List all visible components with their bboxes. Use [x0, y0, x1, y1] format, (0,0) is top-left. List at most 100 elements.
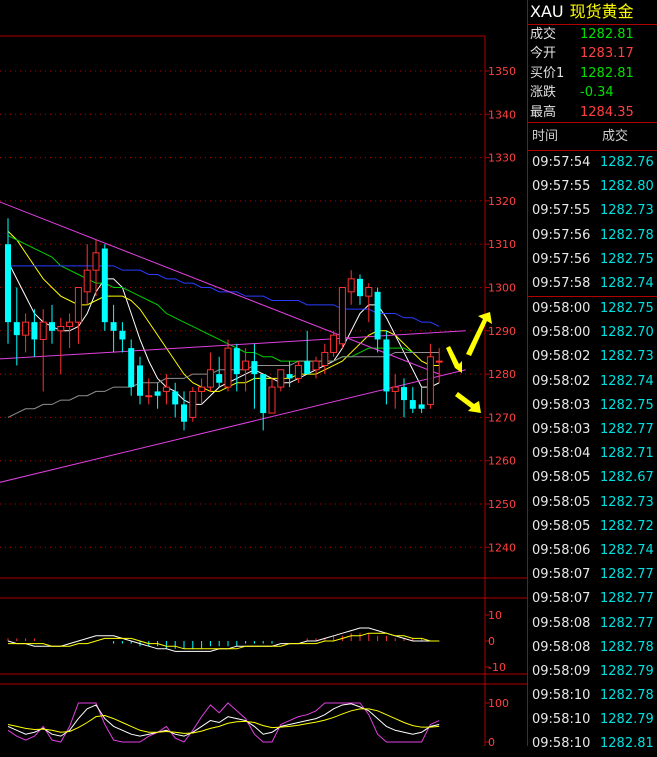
- quote-row: 今开 1283.17: [530, 46, 634, 62]
- symbol-code: XAU: [530, 2, 564, 21]
- kdj-panel: 100 0: [7, 697, 509, 746]
- tick-price: 1282.77: [600, 615, 654, 631]
- quote-value: 1284.35: [580, 104, 634, 120]
- tick-row: 09:58:03 1282.75: [528, 394, 657, 418]
- quote-value: 1283.17: [580, 46, 634, 62]
- tick-time: 09:58:00: [532, 325, 591, 341]
- candle: [31, 309, 38, 357]
- tick-row: 09:58:08 1282.77: [528, 612, 657, 636]
- tick-row: 09:58:08 1282.78: [528, 636, 657, 660]
- tick-row: 09:57:54 1282.76: [528, 151, 657, 175]
- tick-price: 1282.78: [600, 227, 654, 243]
- tick-price: 1282.71: [600, 446, 654, 462]
- candle: [181, 391, 187, 431]
- price-tick-label: 1260: [488, 455, 516, 468]
- candle: [74, 287, 82, 344]
- tick-time: 09:58:05: [532, 470, 591, 486]
- candle: [426, 343, 434, 409]
- quote-panel: XAU 现货黄金 成交 1282.81 今开 1283.17 买价1 1282.81 涨…: [527, 0, 657, 751]
- candle: [383, 330, 390, 405]
- tick-price: 1282.73: [600, 349, 654, 365]
- macd-dea-line: [8, 632, 440, 650]
- tick-price: 1282.78: [600, 639, 654, 655]
- tick-time: 09:58:10: [532, 688, 591, 704]
- tick-time: 09:58:02: [532, 373, 591, 389]
- tick-row: 09:58:07 1282.77: [528, 587, 657, 611]
- tick-price: 1282.74: [600, 542, 654, 558]
- candle: [242, 348, 250, 392]
- candle: [137, 356, 143, 405]
- kdj-d-line: [7, 708, 440, 734]
- tick-price: 1282.70: [600, 325, 654, 341]
- tick-row: 09:58:04 1282.71: [528, 442, 657, 466]
- candle: [321, 343, 329, 375]
- price-tick-label: 1320: [488, 195, 516, 208]
- candle: [101, 244, 108, 331]
- tick-price: 1282.76: [600, 154, 654, 170]
- candle: [49, 304, 55, 344]
- candle: [206, 352, 214, 392]
- ticks-time-header: 时间: [532, 128, 559, 144]
- moving-average-line: [7, 230, 440, 392]
- ticks-price-header: 成交: [602, 128, 629, 144]
- tick-row: 09:58:05 1282.72: [528, 515, 657, 539]
- ticks-list[interactable]: 09:57:54 1282.76 09:57:55 1282.80 09:57:55 12…: [528, 151, 657, 296]
- tick-row: 09:58:05 1282.67: [528, 466, 657, 490]
- kdj-tick-label: 100: [488, 697, 509, 710]
- tick-time: 09:57:58: [532, 275, 591, 291]
- tick-price: 1282.75: [600, 397, 654, 413]
- moving-average-line: [7, 235, 440, 362]
- candle: [224, 339, 232, 392]
- ticks-list[interactable]: 09:58:00 1282.75 09:58:00 1282.70 09:58:02 12…: [528, 297, 657, 757]
- symbol-name: 现货黄金: [569, 2, 634, 21]
- candlesticks: [5, 218, 443, 431]
- tick-row: 09:58:10 1282.79: [528, 708, 657, 732]
- macd-tick-label: -10: [488, 661, 506, 674]
- tick-time: 09:57:55: [532, 203, 591, 219]
- symbol-header: XAU 现货黄金: [528, 0, 657, 24]
- tick-row: 09:58:00 1282.70: [528, 321, 657, 345]
- tick-row: 09:58:05 1282.73: [528, 491, 657, 515]
- tick-price: 1282.78: [600, 688, 654, 704]
- tick-time: 09:58:08: [532, 639, 591, 655]
- tick-time: 09:57:56: [532, 251, 591, 267]
- candle: [277, 369, 285, 392]
- tick-row: 09:57:55 1282.73: [528, 199, 657, 223]
- tick-time: 09:58:03: [532, 422, 591, 438]
- kdj-j-line: [7, 702, 440, 743]
- kline-chart[interactable]: 1350 1340 1330 1320 1310 1300 1290 1280 1270 1260…: [0, 0, 527, 746]
- tick-row: 09:58:10 1282.81: [528, 732, 657, 756]
- quote-summary: 成交 1282.81 今开 1283.17 买价1 1282.81 涨跌 -0.34 最…: [528, 24, 657, 123]
- tick-time: 09:57:55: [532, 179, 591, 195]
- tick-price: 1282.73: [600, 203, 654, 219]
- tick-price: 1282.77: [600, 422, 654, 438]
- tick-row: 09:58:07 1282.77: [528, 563, 657, 587]
- tick-price: 1282.77: [600, 567, 654, 583]
- candle: [347, 270, 355, 305]
- tick-time: 09:58:07: [532, 591, 591, 607]
- quote-row: 成交 1282.81: [530, 27, 634, 42]
- candle: [110, 304, 117, 353]
- tick-row: 09:57:55 1282.80: [528, 175, 657, 199]
- tick-time: 09:58:06: [532, 542, 591, 558]
- tick-price: 1282.80: [600, 179, 654, 195]
- candle: [22, 313, 30, 353]
- tick-time: 09:58:02: [532, 349, 591, 365]
- trend-line: [0, 201, 440, 375]
- tick-time: 09:58:05: [532, 518, 591, 534]
- candle: [418, 387, 425, 414]
- candle: [357, 274, 363, 305]
- price-axis: 1350 1340 1330 1320 1310 1300 1290 1280 1270 1260…: [485, 65, 516, 554]
- price-tick-label: 1330: [488, 152, 516, 165]
- tick-row: 09:57:56 1282.78: [528, 224, 657, 248]
- quote-row: 涨跌 -0.34: [530, 85, 614, 101]
- candle: [312, 356, 320, 379]
- quote-row: 最高 1284.35: [530, 104, 634, 120]
- candle: [39, 309, 47, 392]
- tick-time: 09:58:03: [532, 397, 591, 413]
- tick-time: 09:57:56: [532, 227, 591, 243]
- quote-row: 买价1 1282.81: [530, 65, 634, 81]
- tick-row: 09:57:56 1282.75: [528, 248, 657, 272]
- kdj-tick-label: 0: [488, 736, 495, 746]
- macd-panel: 10 0 -10: [7, 609, 506, 674]
